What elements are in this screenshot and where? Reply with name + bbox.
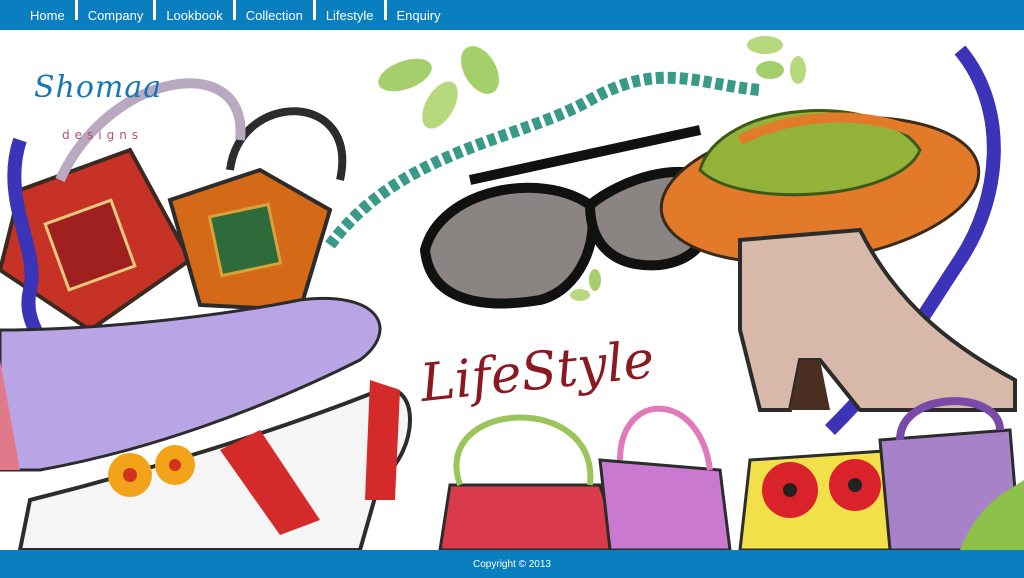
footer-bar: Copyright © 2013: [0, 550, 1024, 578]
logo-sub-text: designs: [62, 128, 144, 142]
nav-lifestyle[interactable]: Lifestyle: [316, 0, 384, 30]
nav-enquiry[interactable]: Enquiry: [387, 0, 451, 30]
logo-script-text: Shomaa: [34, 70, 163, 105]
handbags-center: [438, 405, 732, 550]
top-nav-bar: Home Company Lookbook Collection Lifesty…: [0, 0, 1024, 30]
ankle-boot: [738, 227, 1017, 412]
copyright-text: Copyright © 2013: [473, 558, 551, 570]
nav-company[interactable]: Company: [78, 0, 154, 30]
handbag-purple: [878, 397, 1024, 550]
hero-illustration: Shomaa designs LifeStyle: [0, 30, 1024, 550]
nav-collection[interactable]: Collection: [236, 0, 313, 30]
nav-home[interactable]: Home: [20, 0, 75, 30]
logo[interactable]: Shomaa designs: [34, 70, 204, 150]
nav-lookbook[interactable]: Lookbook: [156, 0, 232, 30]
